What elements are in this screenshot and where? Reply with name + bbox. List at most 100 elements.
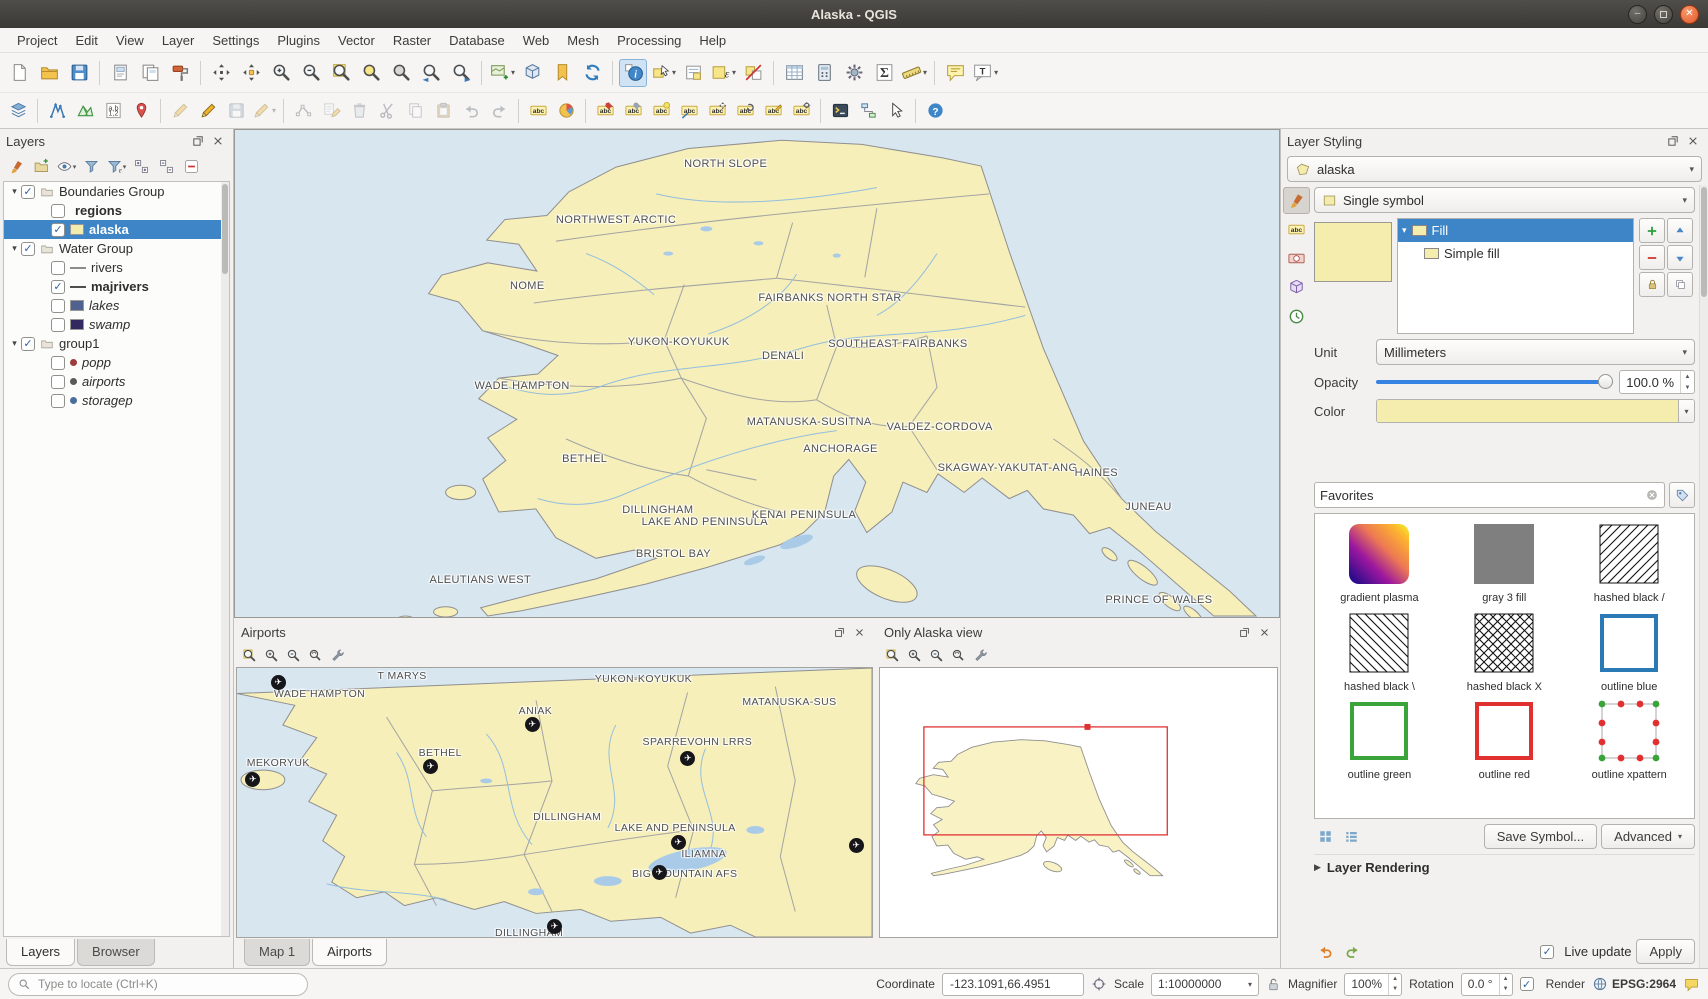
remove-layer-button[interactable] [179, 155, 203, 179]
collapse-all-button[interactable] [154, 155, 178, 179]
layers-scrollbar[interactable] [221, 182, 229, 936]
close-panel-icon[interactable] [1684, 132, 1702, 150]
dock-settings-button[interactable] [327, 645, 347, 665]
label-change-button[interactable]: abc [760, 98, 786, 124]
select-by-form-button[interactable] [679, 59, 707, 87]
expander-icon[interactable]: ▾ [8, 338, 21, 349]
layer-item-airports[interactable]: airports [4, 372, 229, 391]
toggle-editing-button[interactable] [195, 98, 221, 124]
minimize-button[interactable]: – [1628, 5, 1647, 24]
styling-tab-labels-tab[interactable]: abc [1283, 216, 1310, 243]
airports-map-view[interactable]: T MARYSWADE HAMPTONYUKON-KOYUKUKMATANUSK… [236, 667, 873, 938]
paste-features-button[interactable] [430, 98, 456, 124]
layer-item-regions[interactable]: regions [4, 201, 229, 220]
map-canvas[interactable]: NORTH SLOPENORTHWEST ARCTICNOMEFAIRBANKS… [234, 129, 1280, 618]
current-edits-button[interactable] [167, 98, 193, 124]
tab-browser[interactable]: Browser [77, 939, 155, 966]
zoom-in-button[interactable] [261, 645, 281, 665]
close-panel-icon[interactable] [1255, 623, 1273, 641]
layer-visibility-checkbox[interactable]: ✓ [51, 280, 65, 294]
label-callout-button[interactable]: abc [676, 98, 702, 124]
expander-icon[interactable]: ▾ [8, 186, 21, 197]
lock-scale-icon[interactable] [1266, 977, 1281, 992]
style-manager-button[interactable] [1669, 482, 1695, 508]
zoom-next-button[interactable] [447, 59, 475, 87]
select-by-expression-button[interactable]: ε▾ [709, 59, 737, 87]
layer-group-Water Group[interactable]: ▾✓Water Group [4, 239, 229, 258]
modify-attributes-button[interactable] [318, 98, 344, 124]
symbol-preset-outline-green[interactable]: outline green [1317, 695, 1442, 784]
map-tips-button[interactable] [941, 59, 969, 87]
manage-themes-button[interactable]: ▾ [54, 155, 78, 179]
float-panel-icon[interactable] [1235, 623, 1253, 641]
symbol-preset-outline-xpattern[interactable]: outline xpattern [1567, 695, 1692, 784]
symbol-search-input[interactable]: Favorites [1314, 482, 1665, 508]
layer-labeling-button[interactable]: abc [525, 98, 551, 124]
unit-selector[interactable]: Millimeters ▾ [1376, 339, 1695, 365]
layer-item-swamp[interactable]: swamp [4, 315, 229, 334]
save-project-button[interactable] [65, 59, 93, 87]
close-panel-icon[interactable] [850, 623, 868, 641]
menu-project[interactable]: Project [8, 30, 66, 51]
layer-visibility-checkbox[interactable]: ✓ [21, 185, 35, 199]
extents-icon[interactable] [1091, 976, 1107, 992]
zoom-layer-button[interactable] [387, 59, 415, 87]
zoom-last-button[interactable] [417, 59, 445, 87]
zoom-in-button[interactable] [267, 59, 295, 87]
zoom-full-button[interactable] [327, 59, 355, 87]
add-group-button[interactable] [29, 155, 53, 179]
datasource-manager-button[interactable] [5, 98, 31, 124]
layer-item-alaska[interactable]: ✓alaska [4, 220, 229, 239]
add-symbol-layer-button[interactable] [1639, 218, 1665, 243]
layer-group-group1[interactable]: ▾✓group1 [4, 334, 229, 353]
zoom-full-button[interactable] [882, 645, 902, 665]
tab-airports[interactable]: Airports [312, 939, 387, 966]
list-view-toggle[interactable] [1340, 826, 1362, 848]
symbol-node-simple-fill[interactable]: Simple fill [1398, 242, 1633, 265]
label-rotate-button[interactable]: abc [732, 98, 758, 124]
magnifier-spinbox[interactable]: 100% ▲▼ [1344, 973, 1402, 996]
label-highlight-button[interactable]: abc [648, 98, 674, 124]
copy-features-button[interactable] [402, 98, 428, 124]
identify-button[interactable]: i [619, 59, 647, 87]
georeferencer-button[interactable] [128, 98, 154, 124]
dock-settings-button[interactable] [970, 645, 990, 665]
symbol-preset-hash-cross[interactable]: hashed black X [1442, 607, 1567, 696]
expander-icon[interactable]: ▾ [8, 243, 21, 254]
save-symbol-button[interactable]: Save Symbol... [1484, 824, 1597, 849]
styling-tab-masks-tab[interactable] [1283, 245, 1310, 272]
layer-item-majrivers[interactable]: ✓majrivers [4, 277, 229, 296]
pointer-edit-button[interactable] [883, 98, 909, 124]
menu-edit[interactable]: Edit [66, 30, 106, 51]
layer-visibility-checkbox[interactable] [51, 204, 65, 218]
layer-item-storagep[interactable]: storagep [4, 391, 229, 410]
symbol-preset-gray-fill[interactable]: gray 3 fill [1442, 518, 1567, 607]
sync-view-button[interactable] [305, 645, 325, 665]
help-contents-button[interactable]: ? [922, 98, 948, 124]
close-panel-icon[interactable] [209, 132, 227, 150]
close-button[interactable]: ✕ [1680, 5, 1699, 24]
menu-layer[interactable]: Layer [153, 30, 204, 51]
float-panel-icon[interactable] [830, 623, 848, 641]
messages-icon[interactable] [1683, 976, 1700, 993]
label-unpin-button[interactable]: abc [620, 98, 646, 124]
edits-menu-button[interactable]: ▾ [251, 98, 277, 124]
icon-view-toggle[interactable] [1314, 826, 1336, 848]
vertex-tool-button[interactable] [290, 98, 316, 124]
menu-help[interactable]: Help [690, 30, 735, 51]
opacity-slider[interactable] [1376, 373, 1613, 391]
zoom-out-button[interactable] [926, 645, 946, 665]
layer-visibility-checkbox[interactable]: ✓ [51, 223, 65, 237]
styling-dock-button[interactable] [4, 155, 28, 179]
styling-tab-view-3d[interactable] [1283, 274, 1310, 301]
crs-status[interactable]: EPSG:2964 [1592, 976, 1676, 992]
undo-button[interactable] [458, 98, 484, 124]
render-checkbox[interactable]: ✓ [1520, 977, 1534, 991]
zoom-out-button[interactable] [297, 59, 325, 87]
measure-line-button[interactable]: ▾ [900, 59, 928, 87]
layer-visibility-checkbox[interactable] [51, 375, 65, 389]
layer-diagram-button[interactable] [553, 98, 579, 124]
save-edits-button[interactable] [223, 98, 249, 124]
cut-features-button[interactable] [374, 98, 400, 124]
styling-tab-history-tab[interactable] [1283, 303, 1310, 330]
